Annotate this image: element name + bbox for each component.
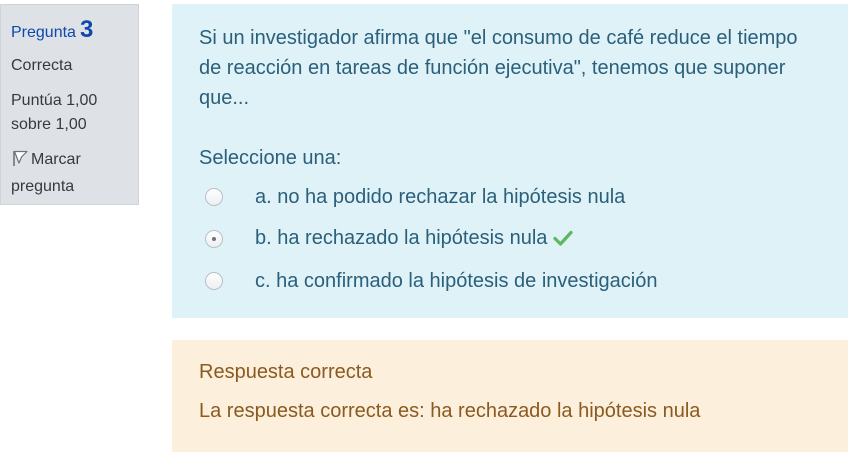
check-icon [553, 229, 574, 252]
option-label-text: b. ha rechazado la hipótesis nula [255, 226, 548, 249]
question-content: Si un investigador afirma que "el consum… [172, 4, 848, 318]
option-label: b. ha rechazado la hipótesis nula [255, 226, 574, 252]
answer-option-b[interactable]: b. ha rechazado la hipótesis nula [199, 218, 828, 260]
radio-option-c[interactable] [205, 272, 223, 290]
flag-icon [11, 149, 31, 175]
question-state: Correcta [11, 57, 73, 74]
answer-prompt: Seleccione una: [199, 147, 342, 169]
question-grade: Puntúa 1,00 sobre 1,00 [11, 89, 128, 137]
question-text: Si un investigador afirma que "el consum… [199, 27, 798, 109]
radio-option-b[interactable] [205, 230, 223, 248]
option-label: c. ha confirmado la hipótesis de investi… [255, 269, 658, 292]
answer-option-a[interactable]: a. no ha podido rechazar la hipótesis nu… [199, 176, 828, 218]
flag-question-link[interactable]: Marcar pregunta [11, 148, 128, 199]
answer-option-c[interactable]: c. ha confirmado la hipótesis de investi… [199, 260, 828, 302]
correct-answer-text: La respuesta correcta es: ha rechazado l… [199, 400, 701, 422]
flag-label-line-2: pregunta [11, 178, 75, 195]
answer-options: a. no ha podido rechazar la hipótesis nu… [199, 176, 828, 302]
grade-line-2: sobre 1,00 [11, 116, 87, 133]
flag-label-line-1: Marcar [31, 151, 81, 168]
radio-option-a[interactable] [205, 188, 223, 206]
option-label: a. no ha podido rechazar la hipótesis nu… [255, 185, 626, 208]
question-info-panel: Pregunta 3 Correcta Puntúa 1,00 sobre 1,… [0, 4, 139, 205]
question-number-heading: Pregunta 3 [11, 16, 128, 44]
quiz-page: Pregunta 3 Correcta Puntúa 1,00 sobre 1,… [0, 0, 848, 454]
grade-line-1: Puntúa 1,00 [11, 92, 98, 109]
question-label: Pregunta [11, 24, 76, 41]
feedback-panel: Respuesta correcta La respuesta correcta… [172, 340, 848, 452]
question-number: 3 [79, 16, 94, 43]
feedback-status: Respuesta correcta [199, 361, 373, 383]
